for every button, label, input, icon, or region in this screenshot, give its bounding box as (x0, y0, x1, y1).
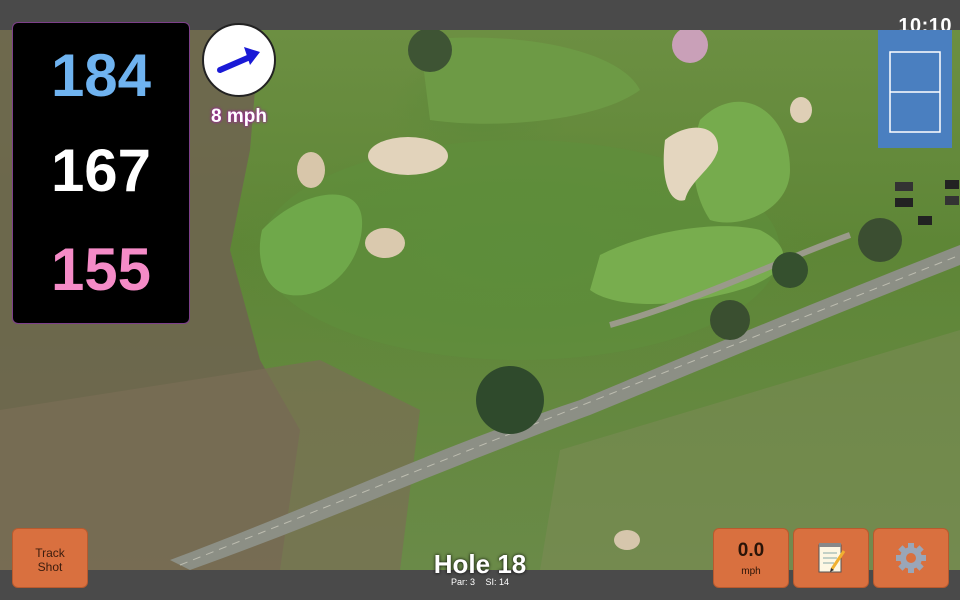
notes-button[interactable] (793, 528, 869, 588)
settings-button[interactable] (873, 528, 949, 588)
wind-indicator (202, 23, 276, 97)
hole-title: Hole 18 (433, 549, 527, 579)
track-shot-label-line1: Track (35, 546, 65, 560)
wind-arrow-icon (217, 47, 260, 73)
front-yardage: 155 (50, 236, 152, 303)
wind-speed-label: 8 mph (211, 106, 267, 127)
middle-yardage: 167 (50, 137, 152, 204)
gear-icon (896, 543, 926, 573)
track-shot-label-line2: Shot (37, 560, 63, 574)
speed-value: 0.0 (737, 540, 765, 561)
hole-par: Par: 3 (450, 577, 475, 587)
notepad-icon (818, 543, 846, 573)
yardage-panel: 184 167 155 (12, 22, 190, 324)
hole-info: Par: 3 SI: 14 (380, 577, 580, 587)
back-yardage: 184 (50, 42, 152, 109)
hole-stroke-index: SI: 14 (485, 577, 510, 587)
speed-unit: mph (741, 566, 761, 577)
speed-button[interactable]: 0.0 mph (713, 528, 789, 588)
track-shot-button[interactable]: Track Shot (12, 528, 88, 588)
